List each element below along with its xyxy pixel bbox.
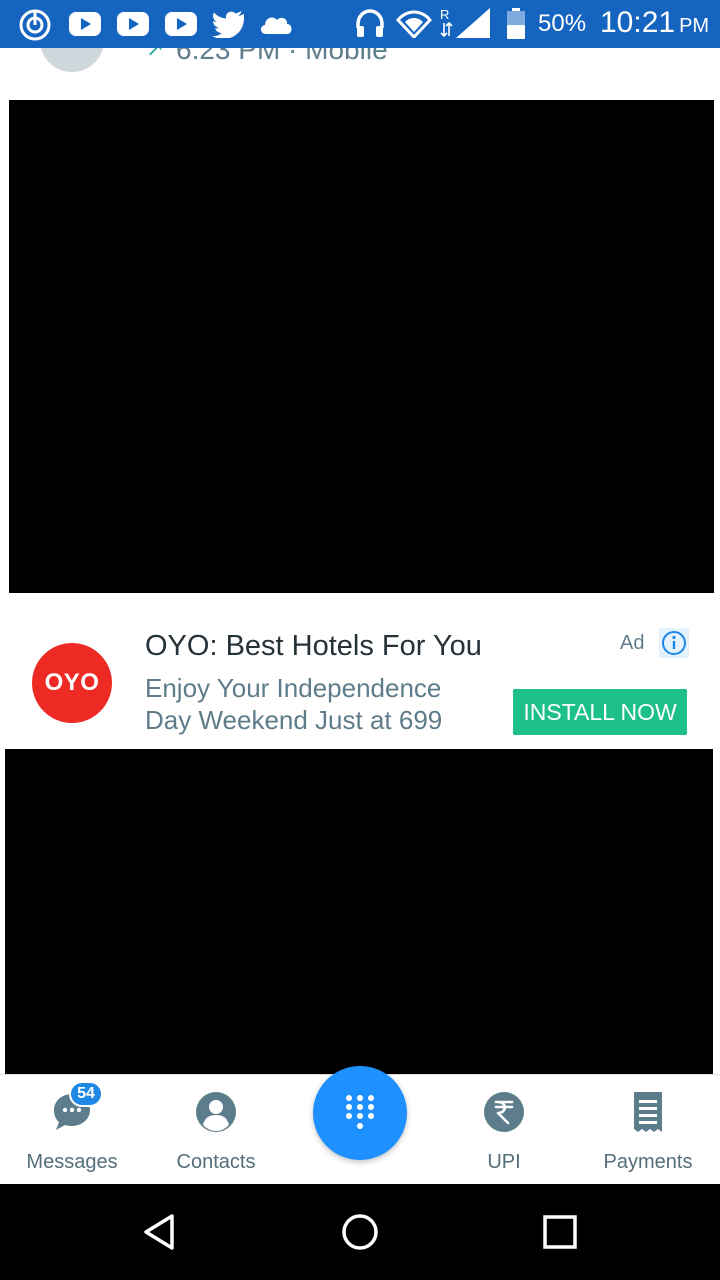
rupee-icon xyxy=(483,1091,525,1133)
battery-percent: 50% xyxy=(538,10,587,37)
oyo-logo-text: OYO xyxy=(44,669,100,696)
nav-label: Payments xyxy=(603,1151,693,1173)
cloud-icon xyxy=(260,17,292,34)
back-icon[interactable] xyxy=(140,1212,180,1252)
nav-payments[interactable]: Payments xyxy=(588,1075,708,1185)
oyo-logo: OYO xyxy=(32,643,112,723)
nav-messages[interactable]: 54 Messages xyxy=(12,1075,132,1185)
clock: 10:21 PM xyxy=(600,6,709,40)
chat-bubble-icon: 54 xyxy=(51,1081,103,1133)
signal-icon: R xyxy=(440,7,490,38)
status-bar: R 50% 10:21 PM xyxy=(0,0,720,48)
redacted-content-block xyxy=(9,100,714,593)
unread-badge: 54 xyxy=(69,1081,103,1107)
ad-banner[interactable]: OYO OYO: Best Hotels For You Enjoy Your … xyxy=(0,610,720,740)
battery-icon xyxy=(507,8,525,39)
nav-label: UPI xyxy=(487,1151,521,1173)
dialpad-icon xyxy=(346,1095,374,1129)
system-navigation-bar xyxy=(0,1184,720,1280)
ad-body: Enjoy Your Independence Day Weekend Just… xyxy=(145,673,443,735)
youtube-icon xyxy=(117,12,149,36)
ad-headline: OYO: Best Hotels For You xyxy=(145,630,482,662)
person-icon xyxy=(195,1091,237,1133)
youtube-icon xyxy=(69,12,101,36)
ad-label: Ad xyxy=(620,632,645,654)
wifi-icon xyxy=(396,10,432,38)
youtube-icon xyxy=(165,12,197,36)
call-log-details: 6:23 PM · Mobile xyxy=(176,48,388,65)
recents-icon[interactable] xyxy=(540,1212,580,1252)
redacted-content-block xyxy=(5,749,713,1074)
nav-upi[interactable]: UPI xyxy=(444,1075,564,1185)
nav-label: Contacts xyxy=(176,1151,256,1173)
nav-contacts[interactable]: Contacts xyxy=(156,1075,276,1185)
outgoing-call-icon: ↗ xyxy=(146,48,165,61)
nav-label: Messages xyxy=(26,1151,118,1173)
clock-time: 10:21 xyxy=(600,6,676,39)
home-icon[interactable] xyxy=(340,1212,380,1252)
call-log-row[interactable]: ↗ 6:23 PM · Mobile xyxy=(0,48,720,100)
headset-icon xyxy=(356,9,384,37)
avatar xyxy=(40,48,104,72)
twitter-icon xyxy=(212,11,244,38)
dialpad-button[interactable] xyxy=(313,1066,407,1160)
music-app-icon xyxy=(19,9,51,41)
receipt-icon xyxy=(627,1091,669,1133)
info-icon[interactable] xyxy=(659,628,689,658)
clock-ampm: PM xyxy=(679,15,710,37)
svg-text:R: R xyxy=(440,7,449,22)
install-now-button[interactable]: INSTALL NOW xyxy=(513,689,687,735)
